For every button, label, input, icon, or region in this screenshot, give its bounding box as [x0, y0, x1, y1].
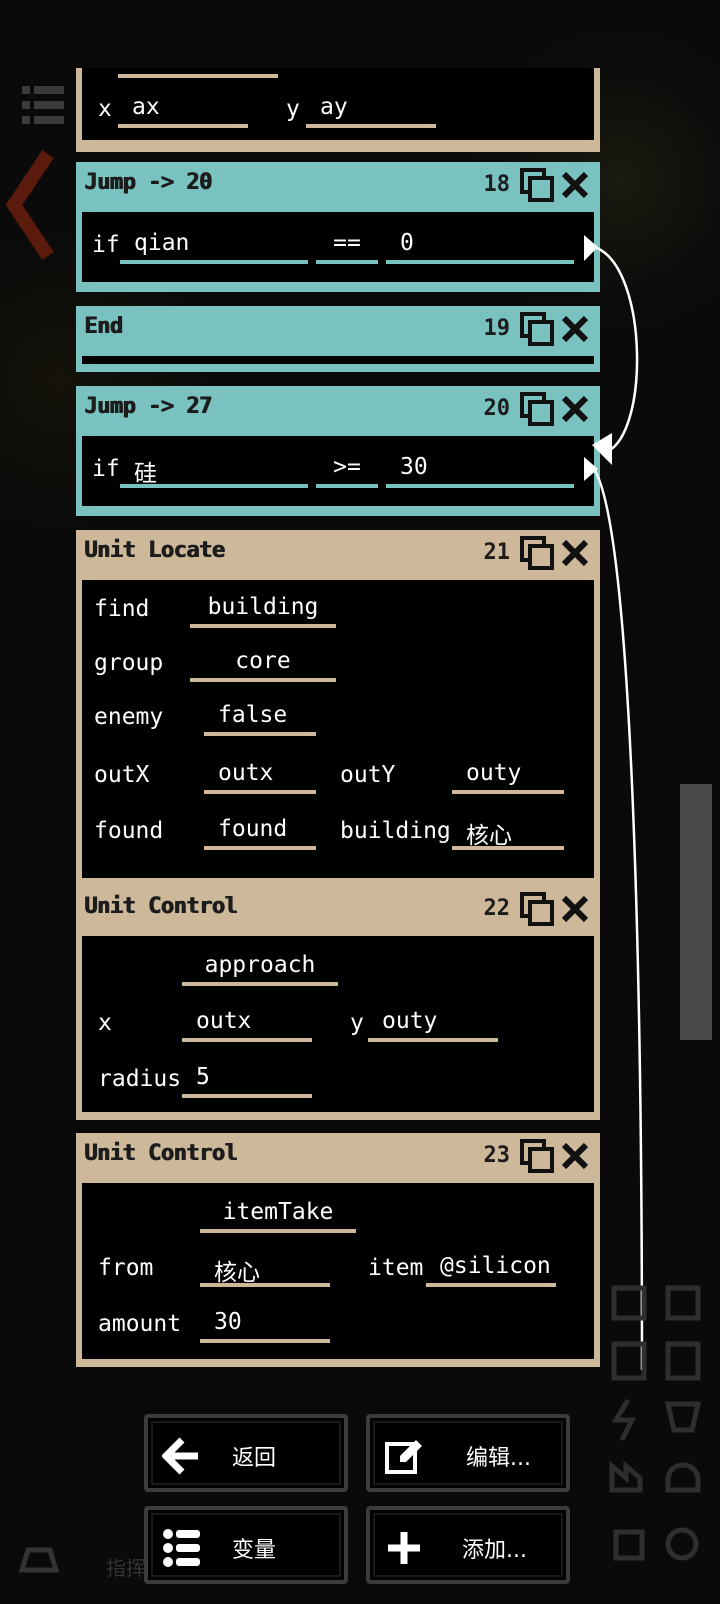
operator-field[interactable]: >=: [316, 452, 378, 488]
block-title: Jump -> 27: [84, 394, 212, 419]
copy-icon[interactable]: [520, 536, 554, 570]
x-label: x: [98, 1010, 112, 1036]
block-number: 22: [483, 896, 511, 921]
variables-label: 变量: [232, 1538, 277, 1563]
operator-field[interactable]: ==: [316, 228, 378, 264]
enemy-label: enemy: [94, 704, 164, 730]
edit-label: 编辑...: [466, 1446, 531, 1471]
found-field[interactable]: found: [204, 814, 316, 850]
add-label: 添加...: [462, 1538, 527, 1563]
unit-control-block-22[interactable]: Unit Control 22 approach x outx y outy r…: [76, 886, 600, 1120]
if-label: if: [92, 232, 120, 258]
unit-locate-block-21[interactable]: Unit Locate 21 find building group core …: [76, 530, 600, 888]
jump-target-20: [592, 433, 612, 465]
partial-block-top: x ax y ay: [76, 68, 600, 152]
radius-label: radius: [98, 1066, 182, 1092]
jump-handle-20: [584, 457, 598, 481]
item-label: item: [368, 1255, 424, 1281]
x-field[interactable]: outx: [182, 1006, 312, 1042]
enemy-field[interactable]: false: [204, 700, 316, 736]
copy-icon[interactable]: [520, 312, 554, 346]
block-number: 21: [483, 540, 511, 565]
end-block-19[interactable]: End 19: [76, 306, 600, 372]
block-number: 19: [483, 316, 511, 341]
building-field[interactable]: 核心: [452, 814, 564, 850]
from-label: from: [98, 1255, 154, 1281]
plus-icon: [388, 1532, 420, 1564]
command-hint: 指挥: [106, 1556, 146, 1580]
unit-icon: [14, 1538, 64, 1578]
y-field[interactable]: ay: [306, 92, 436, 128]
list-icon: [163, 1529, 200, 1567]
building-label: building: [340, 818, 451, 844]
block-title: Unit Control: [84, 1141, 237, 1166]
from-field[interactable]: 核心: [200, 1251, 330, 1287]
action-field[interactable]: itemTake: [200, 1197, 356, 1233]
add-button[interactable]: 添加...: [366, 1506, 570, 1584]
copy-icon[interactable]: [520, 168, 554, 202]
block-number: 23: [483, 1143, 511, 1168]
x-label: x: [98, 96, 112, 122]
condition-b-field[interactable]: 30: [386, 452, 574, 488]
jump-block-20[interactable]: Jump -> 27 20 if 硅 >= 30: [76, 386, 600, 516]
unit-control-block-23[interactable]: Unit Control 23 itemTake from 核心 item @s…: [76, 1133, 600, 1367]
found-label: found: [94, 818, 164, 844]
jump-line-18: [593, 245, 639, 455]
y-field[interactable]: outy: [368, 1006, 498, 1042]
block-title: Unit Locate: [84, 538, 225, 563]
item-field[interactable]: @silicon: [426, 1251, 556, 1287]
find-label: find: [94, 596, 150, 622]
block-title: Unit Control: [84, 894, 237, 919]
y-label: y: [350, 1010, 364, 1036]
block-title: End: [84, 314, 123, 339]
field-prev[interactable]: [118, 38, 278, 78]
copy-icon[interactable]: [520, 892, 554, 926]
jump-block-18[interactable]: Jump -> 20 18 if qian == 0: [76, 162, 600, 292]
amount-field[interactable]: 30: [200, 1307, 330, 1343]
group-label: group: [94, 650, 164, 676]
action-field[interactable]: approach: [182, 950, 338, 986]
close-icon[interactable]: [560, 168, 590, 202]
block-title: Jump -> 20: [84, 170, 212, 195]
amount-label: amount: [98, 1311, 182, 1337]
outy-field[interactable]: outy: [452, 758, 564, 794]
outx-field[interactable]: outx: [204, 758, 316, 794]
scrollbar[interactable]: [680, 784, 712, 1040]
group-field[interactable]: core: [190, 646, 336, 682]
copy-icon[interactable]: [520, 392, 554, 426]
block-number: 20: [483, 396, 511, 421]
copy-icon[interactable]: [520, 1139, 554, 1173]
back-button[interactable]: 返回: [144, 1414, 348, 1492]
y-label: y: [286, 96, 300, 122]
radius-field[interactable]: 5: [182, 1062, 312, 1098]
variables-button[interactable]: 变量: [144, 1506, 348, 1584]
block-number: 18: [483, 172, 511, 197]
if-label: if: [92, 456, 120, 482]
back-arrow-icon[interactable]: [4, 150, 54, 260]
condition-a-field[interactable]: qian: [120, 228, 308, 264]
x-field[interactable]: ax: [118, 92, 248, 128]
arrow-left-icon: [162, 1437, 198, 1475]
jump-handle-18: [584, 235, 598, 261]
build-menu-icons: [606, 1270, 716, 1600]
jump-connectors: [584, 235, 644, 1371]
back-label: 返回: [232, 1446, 277, 1471]
jump-line-20: [592, 468, 644, 1371]
find-field[interactable]: building: [190, 592, 336, 628]
menu-icon[interactable]: [22, 84, 64, 126]
condition-b-field[interactable]: 0: [386, 228, 574, 264]
edit-button[interactable]: 编辑...: [366, 1414, 570, 1492]
outy-label: outY: [340, 762, 396, 788]
edit-icon: [385, 1440, 422, 1474]
condition-a-field[interactable]: 硅: [120, 452, 308, 488]
outx-label: outX: [94, 762, 150, 788]
